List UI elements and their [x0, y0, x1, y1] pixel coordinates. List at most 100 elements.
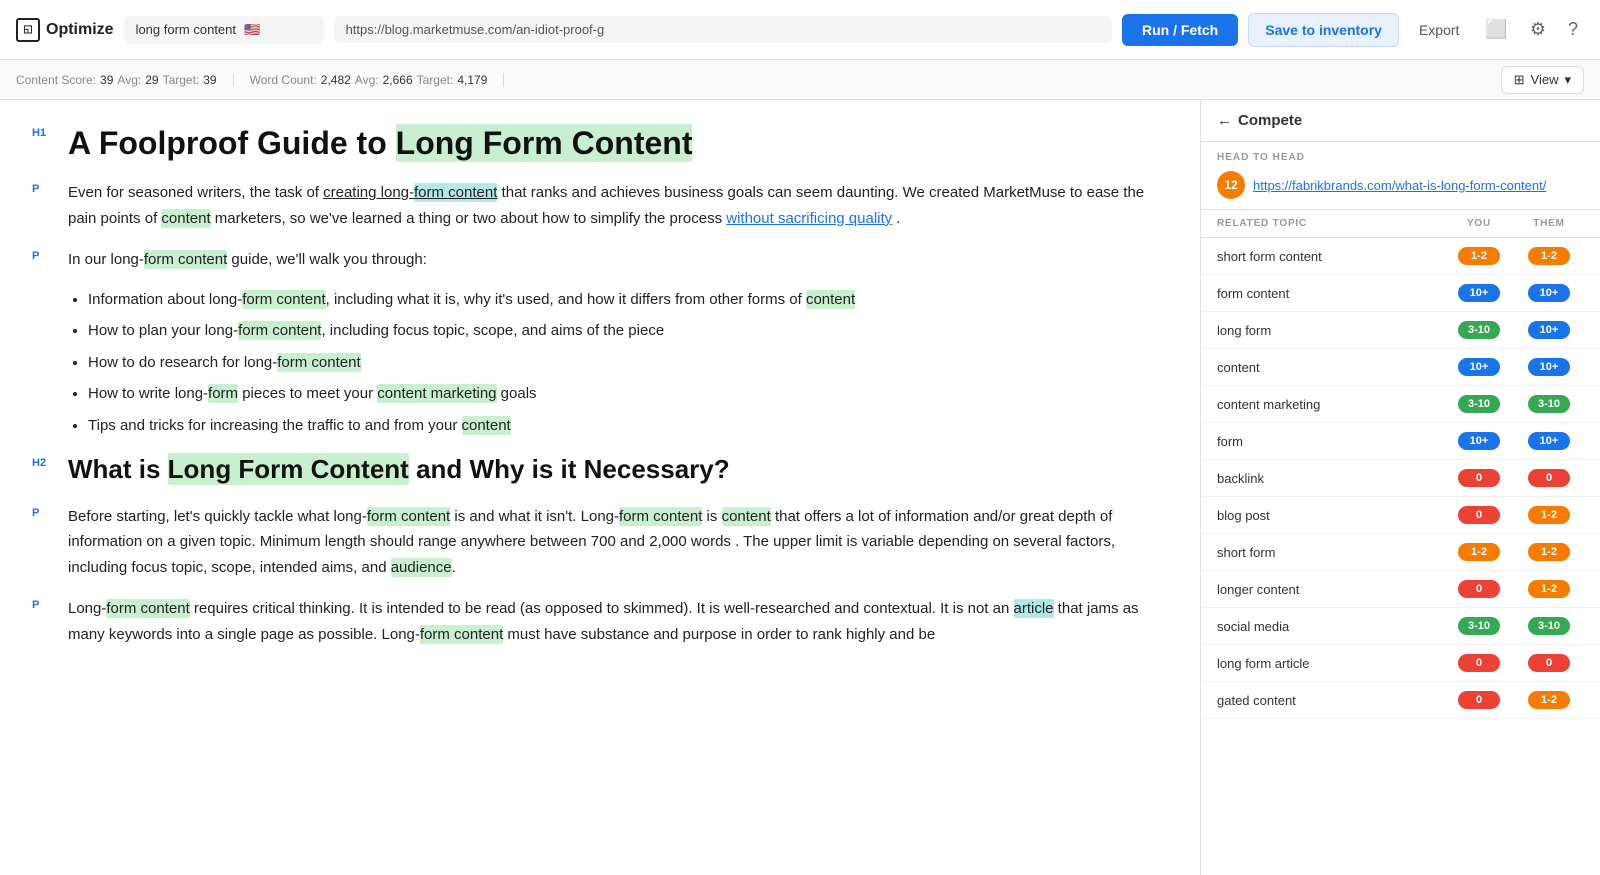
you-pill: 10+: [1458, 284, 1500, 302]
table-row[interactable]: backlink00: [1201, 460, 1600, 497]
topic-them-score: 0: [1514, 469, 1584, 487]
word-target-value: 4,179: [457, 73, 487, 87]
table-row[interactable]: longer content01-2: [1201, 571, 1600, 608]
h1-body: A Foolproof Guide to Long Form Content: [68, 124, 1168, 178]
topic-them-score: 1-2: [1514, 506, 1584, 524]
save-to-inventory-button[interactable]: Save to inventory: [1248, 13, 1399, 47]
p4-body: Long-form content requires critical thin…: [68, 596, 1168, 661]
them-pill: 10+: [1528, 358, 1570, 376]
bullet-5: Tips and tricks for increasing the traff…: [88, 413, 1168, 439]
article-h1[interactable]: A Foolproof Guide to Long Form Content: [68, 124, 1168, 162]
word-avg-value: 2,666: [383, 73, 413, 87]
topic-them-score: 1-2: [1514, 247, 1584, 265]
table-row[interactable]: content10+10+: [1201, 349, 1600, 386]
help-icon-button[interactable]: ?: [1562, 13, 1584, 46]
topic-name: gated content: [1217, 693, 1444, 708]
competitor-url-link[interactable]: https://fabrikbrands.com/what-is-long-fo…: [1253, 178, 1546, 193]
table-row[interactable]: gated content 0 1-2: [1201, 682, 1600, 719]
table-row[interactable]: form content10+10+: [1201, 275, 1600, 312]
col-them-header: THEM: [1514, 218, 1584, 229]
p1-label: P: [32, 180, 68, 245]
word-count-value: 2,482: [321, 73, 351, 87]
topic-you-score: 10+: [1444, 358, 1514, 376]
topics-table: short form content1-21-2form content10+1…: [1201, 238, 1600, 719]
p3-block: P Before starting, let's quickly tackle …: [32, 504, 1168, 595]
view-label: View: [1531, 72, 1559, 87]
topic-them-score: 10+: [1514, 284, 1584, 302]
p2-label: P: [32, 247, 68, 452]
them-pill: 1-2: [1528, 247, 1570, 265]
topic-you-score: 0: [1444, 691, 1514, 709]
you-pill: 0: [1458, 580, 1500, 598]
content-editor[interactable]: H1 A Foolproof Guide to Long Form Conten…: [0, 100, 1200, 875]
you-pill: 10+: [1458, 432, 1500, 450]
competitor-row: 12 https://fabrikbrands.com/what-is-long…: [1217, 171, 1584, 199]
export-button[interactable]: Export: [1409, 16, 1469, 44]
logo: ◱ Optimize: [16, 18, 114, 42]
them-pill: 1-2: [1528, 580, 1570, 598]
you-pill: 3-10: [1458, 395, 1500, 413]
topic-name: long form: [1217, 323, 1444, 338]
you-pill: 3-10: [1458, 321, 1500, 339]
topic-you-score: 3-10: [1444, 617, 1514, 635]
topic-name: short form content: [1217, 249, 1444, 264]
view-button[interactable]: ⊞ View ▾: [1501, 66, 1584, 94]
table-row[interactable]: social media3-103-10: [1201, 608, 1600, 645]
topic-them-score: 10+: [1514, 432, 1584, 450]
topic-them-score: 10+: [1514, 321, 1584, 339]
quality-link[interactable]: without sacrificing quality: [726, 210, 892, 227]
head-to-head-section: HEAD TO HEAD 12 https://fabrikbrands.com…: [1201, 142, 1600, 210]
you-pill: 0: [1458, 691, 1500, 709]
article-h2[interactable]: What is Long Form Content and Why is it …: [68, 454, 1168, 485]
p2-block: P In our long-form content guide, we'll …: [32, 247, 1168, 452]
topbar: ◱ Optimize long form content 🇺🇸 https://…: [0, 0, 1600, 60]
logo-text: Optimize: [46, 21, 114, 39]
word-count-group: Word Count: 2,482 Avg: 2,666 Target: 4,1…: [234, 73, 505, 87]
topic-name: content marketing: [1217, 397, 1444, 412]
article-p4[interactable]: Long-form content requires critical thin…: [68, 596, 1168, 647]
target-label: Target:: [163, 73, 200, 87]
article-p2[interactable]: In our long-form content guide, we'll wa…: [68, 247, 1168, 273]
table-row[interactable]: blog post01-2: [1201, 497, 1600, 534]
compete-header[interactable]: ← Compete: [1201, 100, 1600, 142]
you-pill: 1-2: [1458, 543, 1500, 561]
them-pill: 1-2: [1528, 691, 1570, 709]
table-row[interactable]: short form1-21-2: [1201, 534, 1600, 571]
you-pill: 3-10: [1458, 617, 1500, 635]
hth-label: HEAD TO HEAD: [1217, 152, 1584, 163]
article-p3[interactable]: Before starting, let's quickly tackle wh…: [68, 504, 1168, 581]
you-pill: 1-2: [1458, 247, 1500, 265]
you-pill: 0: [1458, 469, 1500, 487]
content-score-label: Content Score:: [16, 73, 96, 87]
table-row[interactable]: long form 3-10 10+: [1201, 312, 1600, 349]
them-pill: 0: [1528, 654, 1570, 672]
p4-label: P: [32, 596, 68, 661]
topic-you-score: 0: [1444, 469, 1514, 487]
url-display[interactable]: https://blog.marketmuse.com/an-idiot-pro…: [334, 16, 1112, 43]
table-row[interactable]: long form article00: [1201, 645, 1600, 682]
word-avg-label: Avg:: [355, 73, 379, 87]
article-p1[interactable]: Even for seasoned writers, the task of c…: [68, 180, 1168, 231]
document-icon-button[interactable]: ⬜: [1479, 13, 1513, 46]
topic-name: blog post: [1217, 508, 1444, 523]
table-row[interactable]: content marketing3-103-10: [1201, 386, 1600, 423]
topic-you-score: 0: [1444, 654, 1514, 672]
settings-icon-button[interactable]: ⚙: [1524, 13, 1552, 46]
run-fetch-button[interactable]: Run / Fetch: [1122, 14, 1238, 46]
h2-body: What is Long Form Content and Why is it …: [68, 454, 1168, 501]
topic-name: social media: [1217, 619, 1444, 634]
topic-you-score: 10+: [1444, 432, 1514, 450]
table-row[interactable]: form10+10+: [1201, 423, 1600, 460]
avg-label: Avg:: [117, 73, 141, 87]
topic-name: long form article: [1217, 656, 1444, 671]
article-bullets: Information about long-form content, inc…: [88, 287, 1168, 439]
creating-link[interactable]: creating long-form content: [323, 183, 497, 202]
competitor-score-badge: 12: [1217, 171, 1245, 199]
table-row[interactable]: short form content 1-2 1-2: [1201, 238, 1600, 275]
them-pill: 10+: [1528, 284, 1570, 302]
bullet-2: How to plan your long-form content, incl…: [88, 318, 1168, 344]
view-icon: ⊞: [1514, 72, 1525, 88]
topic-input-area[interactable]: long form content 🇺🇸: [124, 16, 324, 44]
avg-value: 29: [145, 73, 158, 87]
topic-them-score: 10+: [1514, 358, 1584, 376]
